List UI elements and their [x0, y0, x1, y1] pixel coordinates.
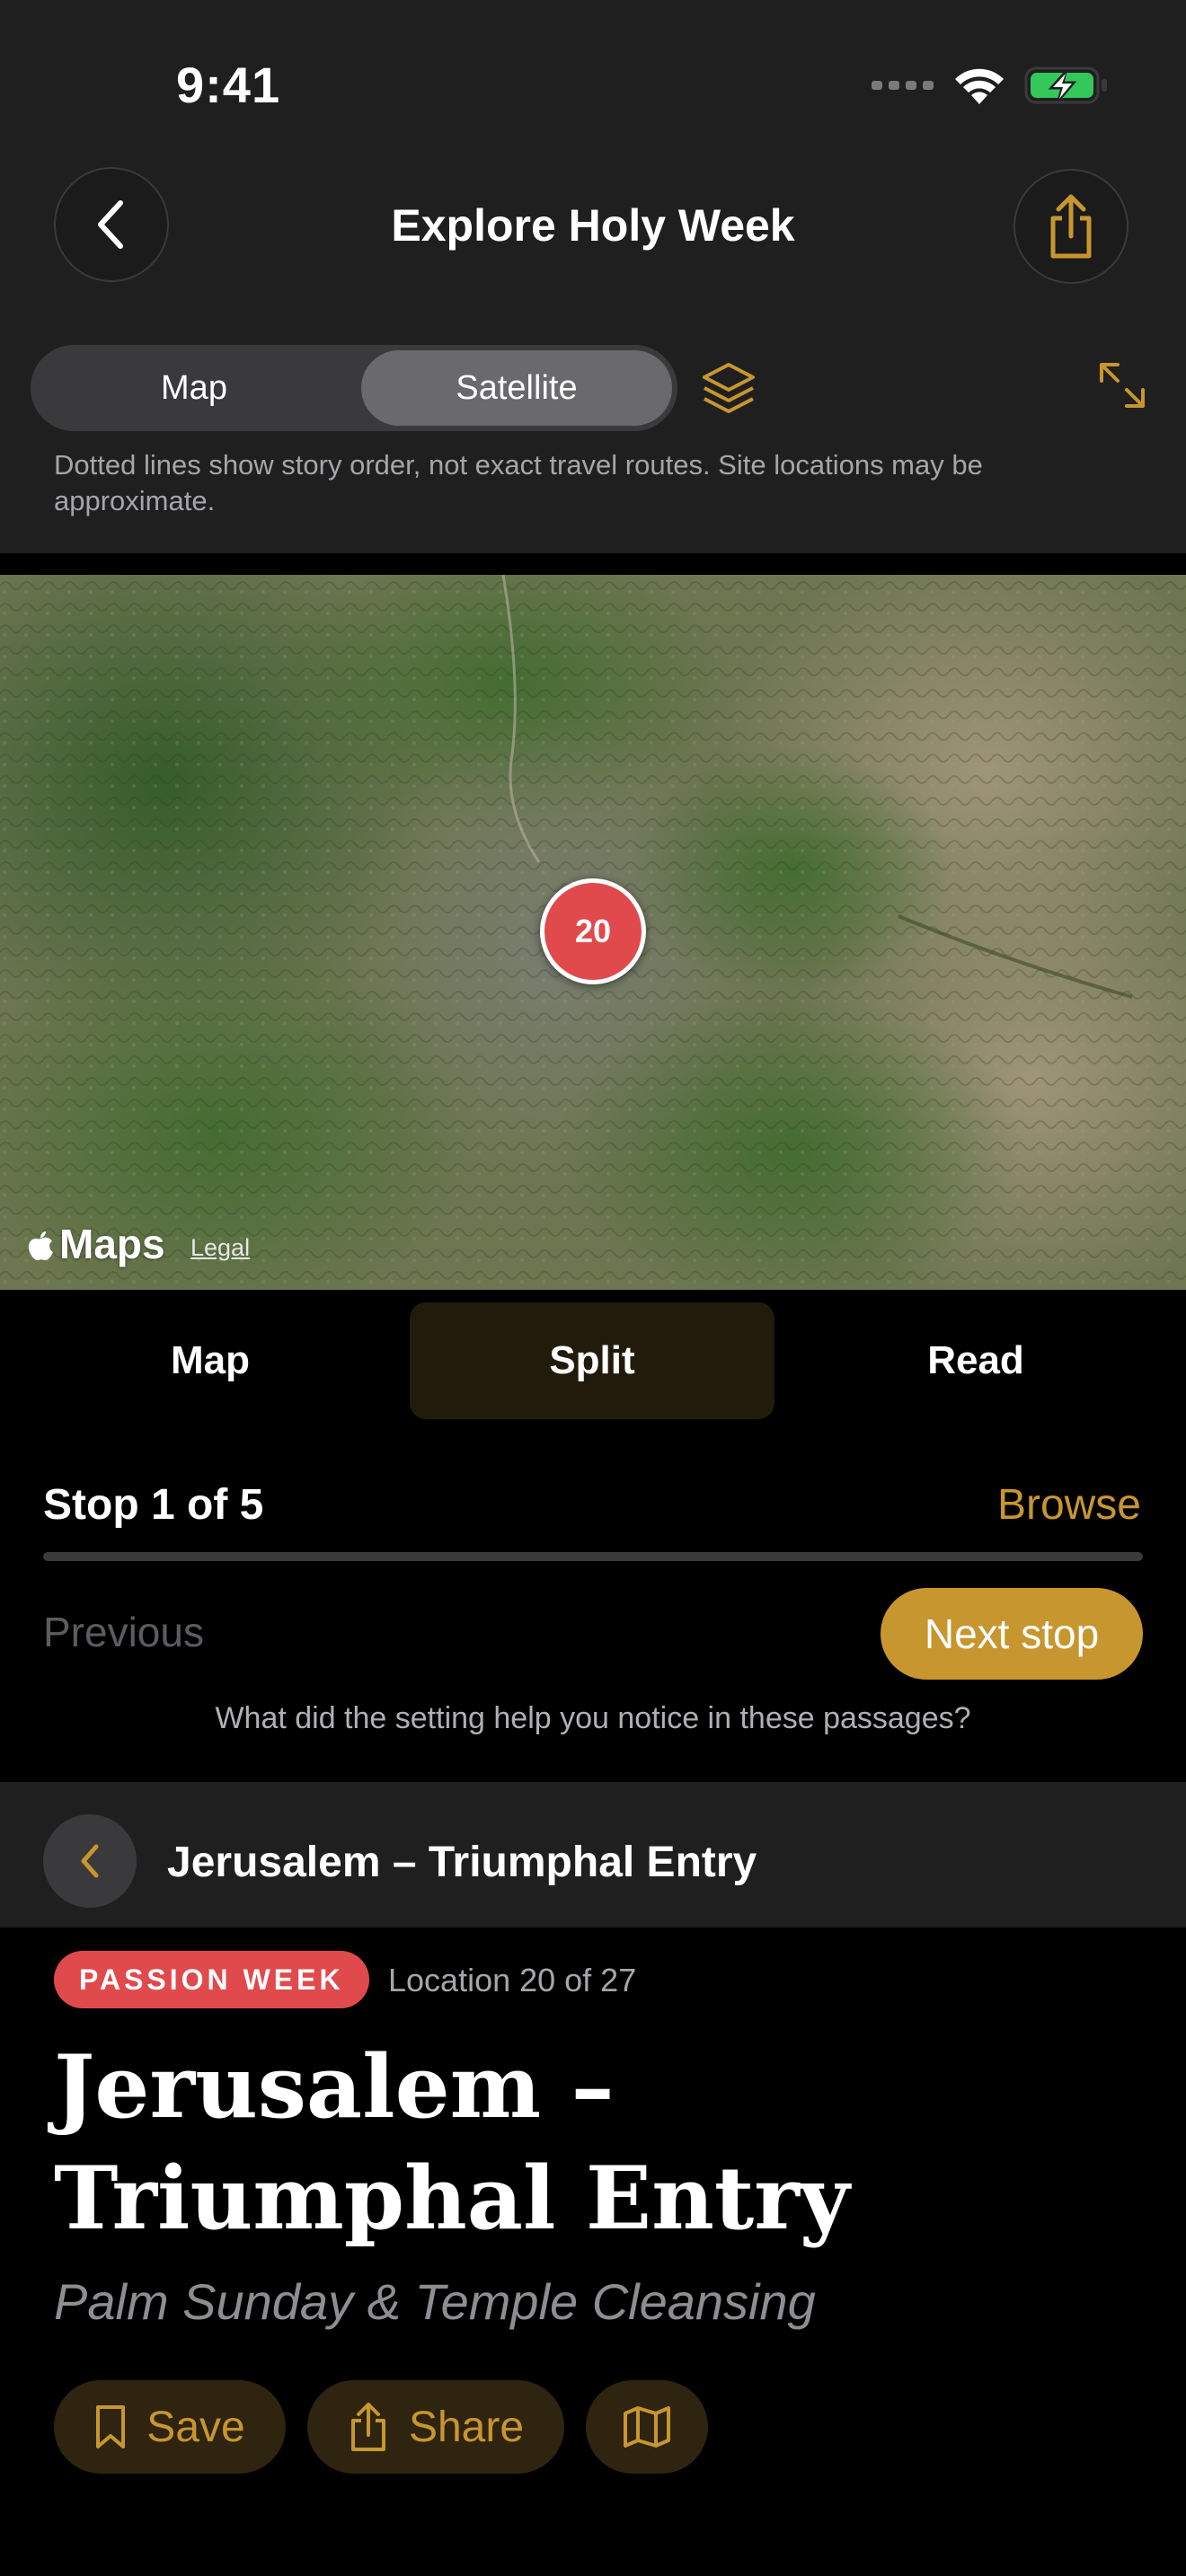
location-back-button[interactable] — [43, 1814, 137, 1908]
apple-logo-icon — [28, 1231, 53, 1261]
expand-icon — [1100, 363, 1145, 408]
mode-map[interactable]: Map — [23, 1302, 397, 1419]
location-count: Location 20 of 27 — [388, 1962, 637, 1998]
apple-maps-logo: Maps — [25, 1220, 165, 1268]
browse-button[interactable]: Browse — [997, 1480, 1141, 1530]
stop-progress-bar — [43, 1552, 1143, 1561]
location-title: Jerusalem – Triumphal Entry — [54, 2036, 850, 2249]
share-icon — [350, 2403, 385, 2451]
map-icon — [624, 2406, 670, 2448]
bookmark-icon — [96, 2405, 126, 2448]
share-label: Share — [408, 2403, 525, 2451]
category-badge: PASSION WEEK — [54, 1951, 369, 2008]
map-disclaimer: Dotted lines show story order, not exact… — [54, 449, 983, 516]
mode-split[interactable]: Split — [410, 1302, 774, 1419]
status-icons — [872, 63, 1109, 108]
share-location-button[interactable]: Share — [307, 2380, 564, 2474]
save-label: Save — [146, 2403, 245, 2451]
page-title: Explore Holy Week — [391, 200, 795, 251]
stop-counter: Stop 1 of 5 — [43, 1481, 264, 1529]
location-bar-title: Jerusalem – Triumphal Entry — [167, 1839, 757, 1886]
layers-button[interactable] — [699, 359, 758, 423]
location-subtitle: Palm Sunday & Temple Cleansing — [54, 2273, 816, 2330]
status-time: 9:41 — [176, 57, 281, 113]
save-button[interactable]: Save — [54, 2380, 286, 2474]
previous-button[interactable]: Previous — [43, 1608, 204, 1656]
cellular-signal-icon — [872, 81, 934, 90]
legal-link[interactable]: Legal — [190, 1234, 250, 1262]
next-stop-button[interactable]: Next stop — [881, 1588, 1143, 1680]
map-type-satellite[interactable]: Satellite — [361, 350, 672, 426]
reflection-question: What did the setting help you notice in … — [215, 1701, 971, 1735]
chevron-left-icon — [81, 1844, 99, 1878]
location-pin[interactable]: 20 — [540, 878, 646, 984]
map-type-map[interactable]: Map — [31, 345, 358, 431]
layers-icon — [703, 363, 755, 413]
mode-read[interactable]: Read — [789, 1302, 1163, 1419]
share-button[interactable] — [1013, 169, 1128, 284]
share-icon — [1050, 194, 1092, 259]
open-map-button[interactable] — [586, 2380, 708, 2474]
wifi-icon — [955, 68, 1004, 104]
battery-charging-icon — [1024, 66, 1107, 104]
maps-attribution: Maps — [59, 1221, 165, 1267]
expand-button[interactable] — [1096, 359, 1148, 416]
